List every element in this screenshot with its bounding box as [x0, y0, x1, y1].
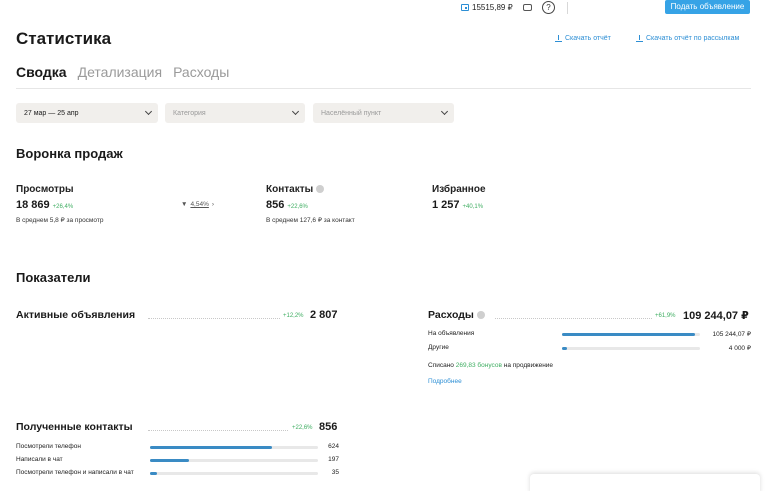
chevron-down-icon [440, 107, 449, 116]
tab-expenses[interactable]: Расходы [173, 64, 229, 80]
download-mailing-report-link[interactable]: Скачать отчёт по рассылкам [636, 35, 739, 42]
top-bar: 15515,89 ₽ ? Подать объявление [0, 0, 768, 16]
funnel-title: Воронка продаж [16, 146, 123, 161]
category-placeholder: Категория [173, 109, 206, 117]
contacts-label: Контакты [266, 184, 314, 195]
phone-viewed-value: 624 [328, 443, 339, 450]
bar-fill [562, 333, 695, 336]
bar-fill [562, 347, 568, 350]
contacts-delta: +22,6% [287, 204, 308, 210]
expenses-label: Расходы [428, 309, 474, 321]
views-value: 18 869 [16, 199, 50, 211]
contacts-received-total: 856 [319, 421, 338, 433]
expenses-delta: +61,9% [655, 313, 676, 319]
phone-viewed-label: Посмотрели телефон [16, 443, 81, 450]
expenses-total: 109 244,07 ₽ [683, 310, 749, 322]
divider [567, 2, 568, 14]
download-mailing-report-label: Скачать отчёт по рассылкам [646, 35, 740, 42]
chat-written-label: Написали в чат [16, 456, 63, 463]
bar-fill [150, 472, 157, 475]
expenses-other-label: Другие [428, 344, 449, 351]
help-icon[interactable]: ? [542, 1, 555, 14]
chevron-right-icon: › [211, 201, 215, 208]
download-report-link[interactable]: Скачать отчёт [555, 35, 611, 42]
spent-bonus-link[interactable]: 269,83 бонусов [456, 362, 502, 369]
chevron-down-icon [291, 107, 300, 116]
contacts-received-delta: +22,6% [292, 425, 313, 431]
views-metric: 18 869 +26,4% [16, 199, 73, 211]
dotted-leader [148, 318, 280, 319]
phone-and-chat-value: 35 [331, 469, 339, 476]
indicators-title: Показатели [16, 270, 91, 285]
page-title: Статистика [16, 29, 112, 48]
active-ads-total: 2 807 [310, 309, 338, 321]
spent-suffix: на продвижение [503, 362, 554, 369]
download-icon [555, 35, 562, 42]
expenses-ads-bar [562, 333, 700, 336]
location-placeholder: Населённый пункт [321, 109, 382, 117]
contacts-label-wrap: Контакты [266, 184, 325, 195]
info-icon[interactable] [316, 185, 325, 194]
floating-panel[interactable] [530, 474, 760, 491]
chat-written-bar [150, 459, 318, 462]
contacts-value: 856 [266, 199, 285, 211]
conversion-rate[interactable]: ▼ 4,54% › [181, 201, 214, 208]
category-select[interactable]: Категория [165, 103, 305, 123]
views-label: Просмотры [16, 184, 74, 195]
bonus-spent: Списано 269,83 бонусов на продвижение [428, 362, 553, 369]
contacts-metric: 856 +22,6% [266, 199, 308, 211]
period-value: 27 мар — 25 апр [24, 109, 79, 117]
conversion-value: 4,54% [190, 201, 209, 208]
expenses-ads-value: 105 244,07 ₽ [712, 331, 751, 338]
chat-written-value: 197 [328, 456, 339, 463]
expenses-ads-label: На объявления [428, 330, 475, 337]
wallet-icon [461, 4, 469, 11]
contacts-note: В среднем 127,6 ₽ за контакт [266, 217, 355, 224]
tab-details[interactable]: Детализация [78, 64, 162, 80]
favorites-value: 1 257 [432, 199, 460, 211]
info-icon[interactable] [476, 311, 485, 320]
views-delta: +26,4% [52, 204, 74, 210]
tabs-divider [16, 88, 751, 89]
phone-and-chat-label: Посмотрели телефон и написали в чат [16, 469, 134, 476]
contacts-received-label: Полученные контакты [16, 421, 133, 433]
views-note: В среднем 5,8 ₽ за просмотр [16, 217, 104, 224]
post-ad-button[interactable]: Подать объявление [665, 0, 750, 14]
tabs: Сводка Детализация Расходы [16, 64, 229, 80]
bar-fill [150, 446, 273, 449]
bar-fill [150, 459, 189, 462]
spent-prefix: Списано [428, 362, 454, 369]
phone-viewed-bar [150, 446, 318, 449]
tab-summary[interactable]: Сводка [16, 64, 67, 80]
download-report-label: Скачать отчёт [565, 35, 611, 42]
dotted-leader [148, 430, 288, 431]
wallet[interactable]: 15515,89 ₽ [461, 3, 513, 12]
dotted-leader [495, 318, 652, 319]
favorites-metric: 1 257 +40,1% [432, 199, 483, 211]
more-link[interactable]: Подробнее [428, 378, 462, 385]
expenses-other-value: 4 000 ₽ [728, 345, 751, 352]
funnel-icon: ▼ [181, 201, 188, 208]
favorites-label: Избранное [432, 184, 486, 195]
expenses-other-bar [562, 347, 700, 350]
chevron-down-icon [144, 107, 153, 116]
active-ads-label: Активные объявления [16, 309, 136, 321]
active-ads-delta: +12,2% [283, 313, 304, 319]
favorites-delta: +40,1% [462, 204, 484, 210]
phone-and-chat-bar [150, 472, 318, 475]
wallet-balance: 15515,89 ₽ [472, 3, 513, 12]
download-icon [636, 35, 643, 42]
expenses-label-wrap: Расходы [428, 309, 485, 321]
period-select[interactable]: 27 мар — 25 апр [16, 103, 158, 123]
chat-icon[interactable] [523, 4, 532, 11]
location-select[interactable]: Населённый пункт [313, 103, 454, 123]
